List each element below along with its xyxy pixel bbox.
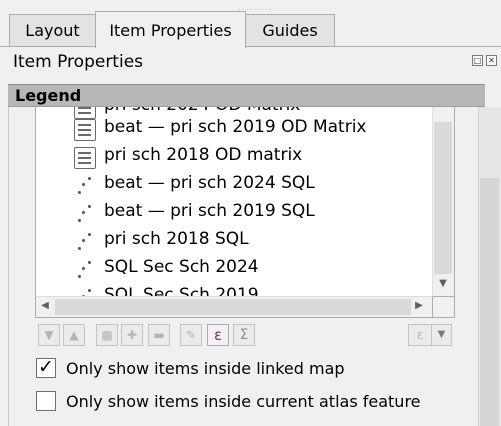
expression-dropdown-button[interactable]: ε [408,324,432,346]
table-icon [74,147,96,169]
atlas-feature-checkbox-label[interactable]: Only show items inside current atlas fea… [66,392,421,411]
add-group-button[interactable]: ▩ [96,324,118,346]
point-layer-icon [74,203,96,225]
point-layer-icon [74,259,96,281]
expression-button[interactable]: ε [207,324,229,346]
atlas-feature-checkbox[interactable] [36,391,56,411]
expression-icon: ε [213,326,223,344]
linked-map-checkbox[interactable]: ✓ [36,356,56,378]
tab-item-properties[interactable]: Item Properties [95,11,246,48]
legend-section-title: Legend [15,86,82,105]
list-item[interactable]: pri sch 2018 SQL [74,227,444,255]
checkmark-icon: ✓ [38,356,54,378]
scroll-down-icon[interactable]: ▼ [435,278,451,289]
close-panel-icon[interactable]: ✕ [486,55,497,66]
move-down-button[interactable]: ▼ [38,324,60,346]
list-vertical-scrollbar-thumb[interactable] [434,122,452,274]
point-layer-icon [74,175,96,197]
edit-item-button[interactable]: ✎ [180,324,202,346]
legend-section-header[interactable]: Legend [8,84,485,107]
list-item[interactable]: pri sch 2018 OD matrix [74,143,444,171]
add-item-button[interactable]: ✚ [121,324,143,346]
list-item[interactable]: SQL Sec Sch 2019 [74,283,444,296]
outer-scrollbar-thumb[interactable] [480,178,499,426]
legend-items-tree[interactable]: pri sch 2024 OD Matrix beat — pri sch 20… [35,107,455,297]
remove-item-button[interactable]: ▬ [148,324,170,346]
scroll-left-icon[interactable]: ◀ [37,300,53,311]
tab-guides[interactable]: Guides [245,14,335,46]
scroll-right-icon[interactable]: ▶ [411,300,427,311]
linked-map-checkbox-label[interactable]: Only show items inside linked map [66,359,345,378]
list-item[interactable]: beat — pri sch 2024 SQL [74,171,444,199]
float-panel-icon[interactable]: □ [472,55,483,66]
sum-button[interactable]: Σ [233,324,255,346]
chevron-down-icon[interactable]: ▼ [431,324,452,346]
sum-icon: Σ [239,327,249,343]
list-item[interactable]: SQL Sec Sch 2024 [74,255,444,283]
list-item[interactable]: beat — pri sch 2019 OD Matrix [74,115,444,143]
table-icon [74,119,96,141]
scrollbar-corner [433,296,455,318]
panel-title: Item Properties [13,52,144,72]
list-item[interactable]: beat — pri sch 2019 SQL [74,199,444,227]
tab-layout[interactable]: Layout [9,14,96,46]
point-layer-icon [74,231,96,253]
move-up-button[interactable]: ▲ [63,324,85,346]
list-horizontal-scrollbar-thumb[interactable] [55,299,411,315]
